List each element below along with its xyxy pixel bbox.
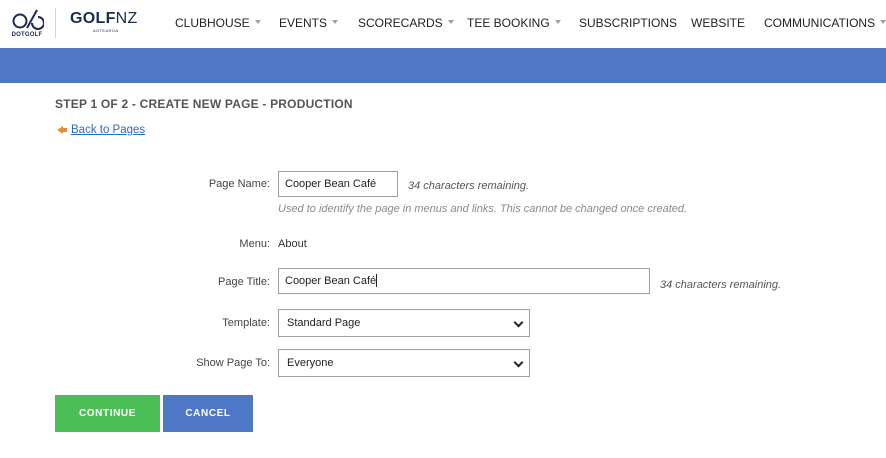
page-name-help: Used to identify the page in menus and l… bbox=[278, 203, 688, 215]
chevron-down-icon bbox=[332, 20, 339, 24]
dotgolf-logo[interactable]: DOTGOLF bbox=[10, 7, 44, 43]
page-name-input[interactable]: Cooper Bean Café bbox=[278, 171, 398, 197]
continue-button[interactable]: CONTINUE bbox=[55, 395, 160, 432]
back-to-pages-label: Back to Pages bbox=[71, 124, 146, 136]
nav-events[interactable]: EVENTS bbox=[279, 0, 339, 46]
text-cursor bbox=[376, 273, 378, 287]
page-title-remaining: 34 characters remaining. bbox=[660, 279, 782, 291]
page-title: STEP 1 OF 2 - CREATE NEW PAGE - PRODUCTI… bbox=[55, 97, 353, 111]
menu-label: Menu: bbox=[239, 238, 270, 250]
page-name-value: Cooper Bean Café bbox=[285, 178, 377, 190]
template-select[interactable]: Standard Page bbox=[278, 309, 530, 337]
dotgolf-logo-text: DOTGOLF bbox=[11, 32, 43, 38]
page-name-label: Page Name: bbox=[208, 178, 270, 190]
logo-divider bbox=[55, 8, 56, 38]
page-name-remaining: 34 characters remaining. bbox=[408, 180, 530, 192]
template-selected-value: Standard Page bbox=[287, 317, 361, 329]
nav-clubhouse[interactable]: CLUBHOUSE bbox=[175, 0, 261, 46]
page-title-label: Page Title: bbox=[218, 276, 270, 288]
cancel-button[interactable]: CANCEL bbox=[163, 395, 253, 432]
template-label: Template: bbox=[222, 317, 270, 329]
nav-scorecards[interactable]: SCORECARDS bbox=[358, 0, 454, 46]
back-to-pages-link[interactable]: Back to Pages bbox=[57, 124, 145, 136]
menu-value: About bbox=[278, 238, 307, 250]
chevron-down-icon bbox=[513, 317, 524, 328]
dotgolf-logo-mark-icon bbox=[12, 9, 44, 30]
chevron-down-icon bbox=[880, 20, 886, 24]
page-title-value: Cooper Bean Café bbox=[285, 275, 377, 287]
nav-subscriptions[interactable]: SUBSCRIPTIONS bbox=[579, 0, 677, 46]
nav-communications[interactable]: COMMUNICATIONS bbox=[764, 0, 886, 46]
show-page-to-label: Show Page To: bbox=[196, 357, 270, 369]
golfnz-logo[interactable]: GOLFNZ AOTEAROA bbox=[70, 10, 146, 36]
chevron-down-icon bbox=[447, 20, 454, 24]
show-page-to-selected-value: Everyone bbox=[287, 357, 334, 369]
nav-website[interactable]: WEBSITE bbox=[691, 0, 745, 46]
chevron-down-icon bbox=[554, 20, 561, 24]
top-navigation-bar: DOTGOLF GOLFNZ AOTEAROA CLUBHOUSE EVENTS… bbox=[0, 0, 886, 48]
golfnz-logo-subtext: AOTEAROA bbox=[93, 28, 119, 33]
nav-tee-booking[interactable]: TEE BOOKING bbox=[467, 0, 561, 46]
golfnz-logo-nz: NZ bbox=[115, 10, 138, 27]
page-title-input[interactable]: Cooper Bean Café bbox=[278, 268, 650, 294]
chevron-down-icon bbox=[513, 357, 524, 368]
arrow-left-icon bbox=[57, 126, 67, 134]
golfnz-logo-golf: GOLF bbox=[70, 10, 116, 27]
show-page-to-select[interactable]: Everyone bbox=[278, 349, 530, 377]
chevron-down-icon bbox=[254, 20, 261, 24]
page-banner bbox=[0, 48, 886, 83]
